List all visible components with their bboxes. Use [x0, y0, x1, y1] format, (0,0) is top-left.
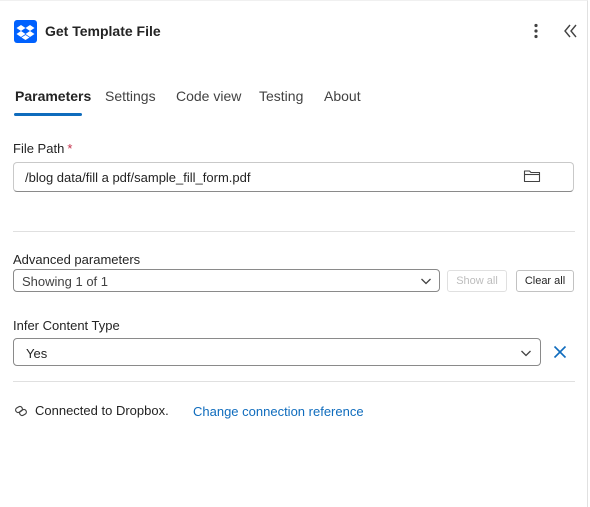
dropbox-icon: [14, 20, 37, 43]
file-path-input[interactable]: /blog data/fill a pdf/sample_fill_form.p…: [13, 162, 574, 192]
tab-about[interactable]: About: [324, 88, 361, 104]
double-chevron-left-icon: [564, 24, 577, 38]
connection-link-icon: [15, 405, 27, 417]
advanced-parameters-selected: Showing 1 of 1: [22, 274, 109, 289]
change-connection-link[interactable]: Change connection reference: [193, 404, 364, 419]
active-tab-indicator: [14, 113, 82, 116]
file-path-label: File Path *: [13, 141, 72, 156]
close-icon: [553, 345, 567, 359]
clear-all-button[interactable]: Clear all: [516, 270, 574, 292]
infer-content-type-selected: Yes: [26, 346, 48, 361]
connection-status-text: Connected to Dropbox.: [35, 403, 169, 418]
tab-parameters[interactable]: Parameters: [15, 88, 91, 104]
remove-parameter-button[interactable]: [551, 343, 569, 361]
browse-folder-button[interactable]: [523, 168, 541, 184]
required-marker: *: [67, 141, 73, 156]
advanced-parameters-label: Advanced parameters: [13, 252, 141, 267]
more-vertical-icon: [534, 23, 538, 39]
folder-icon: [523, 170, 541, 183]
section-divider: [13, 381, 575, 382]
more-options-button[interactable]: [528, 21, 544, 41]
tab-settings[interactable]: Settings: [105, 88, 156, 104]
advanced-parameters-dropdown[interactable]: Showing 1 of 1: [13, 269, 440, 292]
file-path-value: /blog data/fill a pdf/sample_fill_form.p…: [25, 170, 251, 185]
show-all-button[interactable]: Show all: [447, 270, 507, 292]
tab-testing[interactable]: Testing: [259, 88, 303, 104]
infer-content-type-dropdown[interactable]: Yes: [13, 338, 541, 366]
file-path-label-text: File Path: [13, 141, 65, 156]
chevron-down-icon: [421, 278, 431, 285]
panel-header: Get Template File: [0, 1, 588, 63]
collapse-panel-button[interactable]: [561, 21, 579, 41]
tab-bar: Parameters Settings Code view Testing Ab…: [0, 81, 588, 117]
tab-code-view[interactable]: Code view: [176, 88, 241, 104]
action-details-panel: Get Template File Parameters Settings Co…: [0, 0, 588, 507]
chevron-down-icon: [521, 350, 531, 357]
panel-title: Get Template File: [45, 23, 161, 39]
section-divider: [13, 231, 575, 232]
infer-content-type-label: Infer Content Type: [13, 318, 120, 333]
